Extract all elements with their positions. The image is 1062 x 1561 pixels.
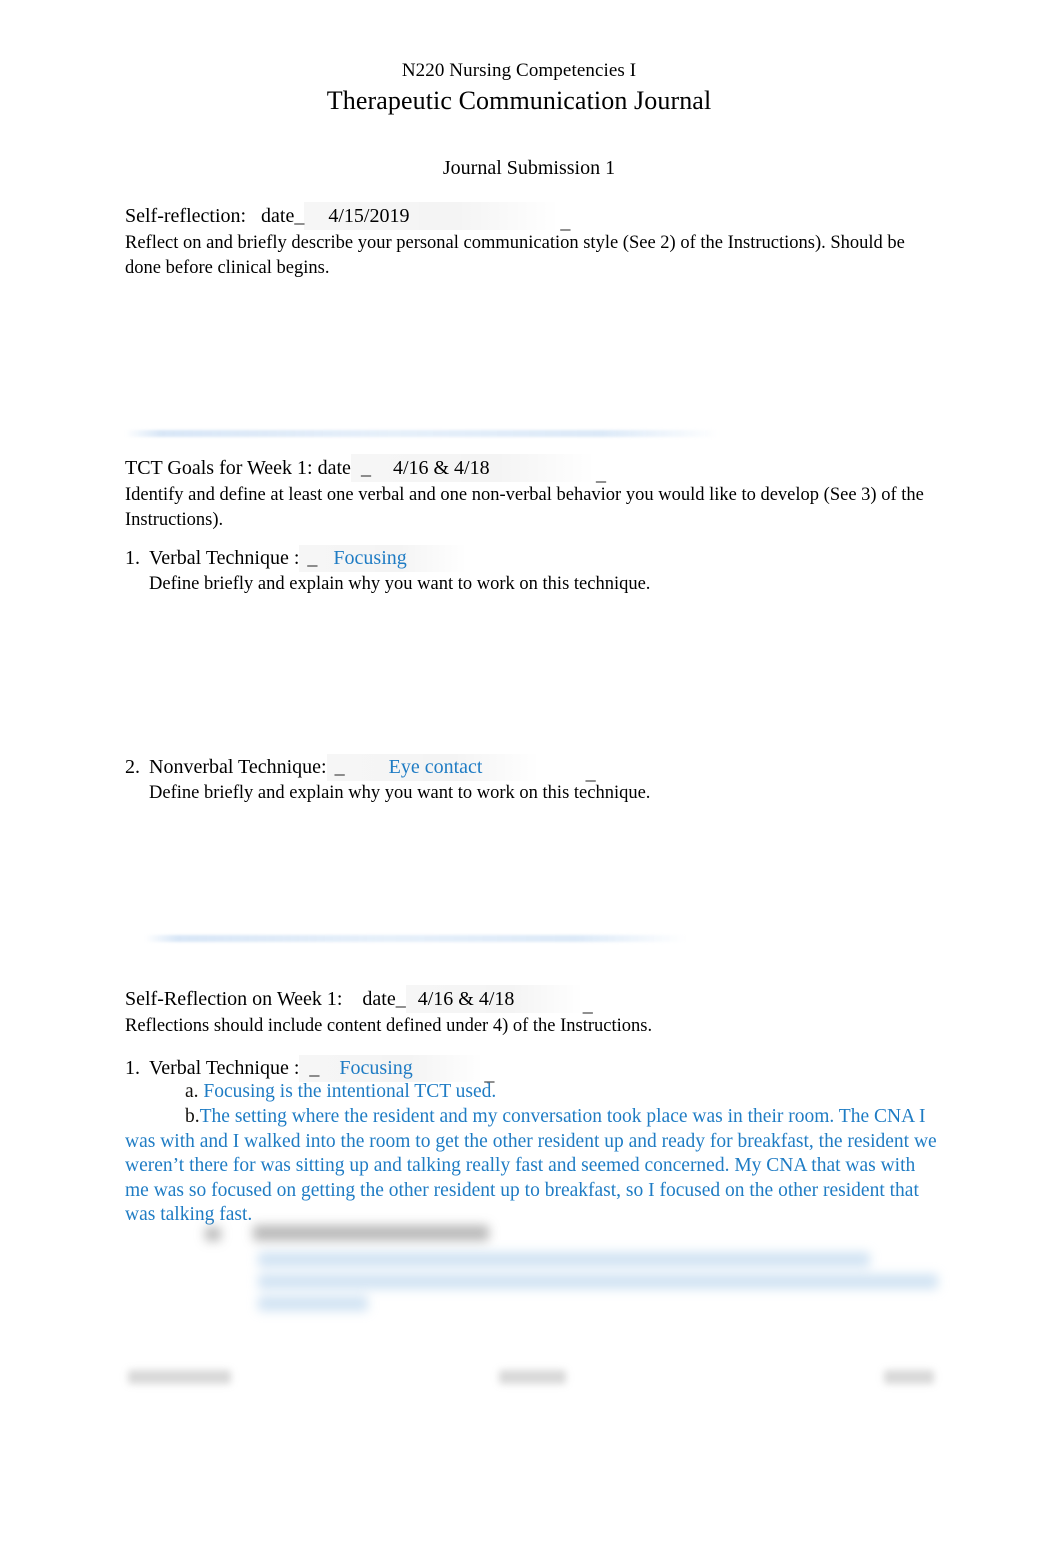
week-reflection-item-1-marker: 1. [125, 1057, 140, 1079]
week-reflection-sub-item-a-marker: a. [185, 1081, 199, 1102]
tct-goal-item-2: 2. Nonverbal Technique: _ Eye contact _ Defi… [125, 754, 943, 806]
week-reflection-instruction: Reflections should include content defin… [125, 1016, 653, 1036]
course-name: N220 Nursing Competencies I [401, 60, 637, 81]
tct-goal-item-1: 1. Verbal Technique : _ Focusing Define bri… [125, 545, 943, 597]
week-reflection-sub-item-a: a. Focusing is the intentional TCT used. [125, 1080, 940, 1105]
tct-goals-heading-line: TCT Goals for Week 1: date _ 4/16 & 4/18 _ [125, 454, 943, 485]
week-reflection-tick-close: _ [582, 994, 593, 1016]
week-reflection-tick-open: _ [395, 988, 406, 1010]
document-page: N220 Nursing Competencies I Therapeutic … [0, 0, 1062, 1561]
tct-goal-item-1-marker: 1. [125, 547, 140, 569]
tct-goals-label: TCT Goals for Week 1: date [125, 457, 351, 479]
tct-goals-date-field[interactable]: _ 4/16 & 4/18 [350, 454, 596, 482]
tct-goals-date-value: 4/16 & 4/18 [392, 457, 490, 479]
tct-goal-item-1-heading: 1. Verbal Technique : _ Focusing [125, 545, 943, 572]
tct-goals-instruction: Identify and define at least one verbal … [125, 485, 924, 530]
document-header: N220 Nursing Competencies I Therapeutic … [0, 58, 1038, 118]
tct-goal-item-1-label: Verbal Technique : [149, 547, 300, 569]
week-reflection-item-1-field[interactable]: _ Focusing [299, 1055, 485, 1082]
document-title: Therapeutic Communication Journal [326, 86, 712, 115]
week-reflection-sub-item-b: b.The setting where the resident and my … [125, 1105, 940, 1228]
week-reflection-section: Self-Reflection on Week 1: date_ 4/16 & 4… [125, 985, 943, 1039]
tct-goal-item-1-tick-open: _ [307, 547, 318, 569]
tct-goal-item-2-label: Nonverbal Technique: [149, 756, 327, 778]
week-reflection-heading-line: Self-Reflection on Week 1: date_ 4/16 & 4… [125, 985, 943, 1016]
tct-goals-tick-close: _ [595, 463, 606, 485]
tct-goal-item-2-heading: 2. Nonverbal Technique: _ Eye contact _ [125, 754, 943, 784]
week-reflection-item-1: 1. Verbal Technique : _ Focusing _ [125, 1055, 943, 1085]
self-reflection-section: Self-reflection: date_ 4/15/2019 _ Reflect… [125, 202, 943, 280]
self-reflection-tick-open: _ [294, 205, 305, 227]
week-reflection-date-field[interactable]: 4/16 & 4/18 [405, 985, 583, 1013]
footer-center-text [499, 1370, 566, 1384]
week-reflection-date-value: 4/16 & 4/18 [417, 988, 515, 1010]
self-reflection-date-field[interactable]: 4/15/2019 [304, 202, 561, 230]
week-reflection-item-1-heading: 1. Verbal Technique : _ Focusing _ [125, 1055, 943, 1085]
tct-goal-item-2-value: Eye contact [388, 756, 483, 778]
tct-goals-section: TCT Goals for Week 1: date _ 4/16 & 4/18 _ … [125, 454, 943, 532]
submission-heading: Journal Submission 1 [442, 157, 616, 179]
week-reflection-item-1-value: Focusing [339, 1057, 413, 1079]
week-reflection-label: Self-Reflection on Week 1: date [125, 988, 396, 1010]
tct-goals-tick-open: _ [360, 457, 371, 479]
self-reflection-instruction: Reflect on and briefly describe your per… [125, 233, 905, 278]
section-divider-2 [145, 935, 685, 942]
tct-goal-item-2-field[interactable]: _ Eye contact [326, 754, 540, 781]
tct-goal-item-2-tick-close: _ [585, 762, 596, 784]
self-reflection-heading-line: Self-reflection: date_ 4/15/2019 _ [125, 202, 943, 233]
self-reflection-label: Self-reflection: date [125, 205, 295, 227]
week-reflection-sub-item-b-marker: b. [185, 1106, 200, 1127]
tct-goal-item-1-value: Focusing [333, 547, 407, 569]
week-reflection-sub-item-b-text: The setting where the resident and my co… [125, 1106, 937, 1226]
tct-goal-item-2-marker: 2. [125, 756, 140, 778]
self-reflection-tick-close: _ [560, 211, 571, 233]
section-divider-1 [125, 430, 720, 437]
footer-left-text [128, 1370, 231, 1384]
tct-goal-item-1-field[interactable]: _ Focusing [299, 545, 468, 572]
week-reflection-item-1-tick-open: _ [309, 1057, 320, 1079]
tct-goal-item-2-tick-open: _ [334, 756, 345, 778]
self-reflection-date-value: 4/15/2019 [328, 205, 410, 227]
week-reflection-item-1-label: Verbal Technique : [149, 1057, 300, 1079]
tct-goal-item-1-instruction: Define briefly and explain why you want … [149, 574, 651, 594]
tct-goal-item-2-instruction: Define briefly and explain why you want … [149, 783, 651, 803]
footer-right-text [884, 1370, 934, 1384]
week-reflection-sub-item-a-text: Focusing is the intentional TCT used. [203, 1081, 497, 1102]
